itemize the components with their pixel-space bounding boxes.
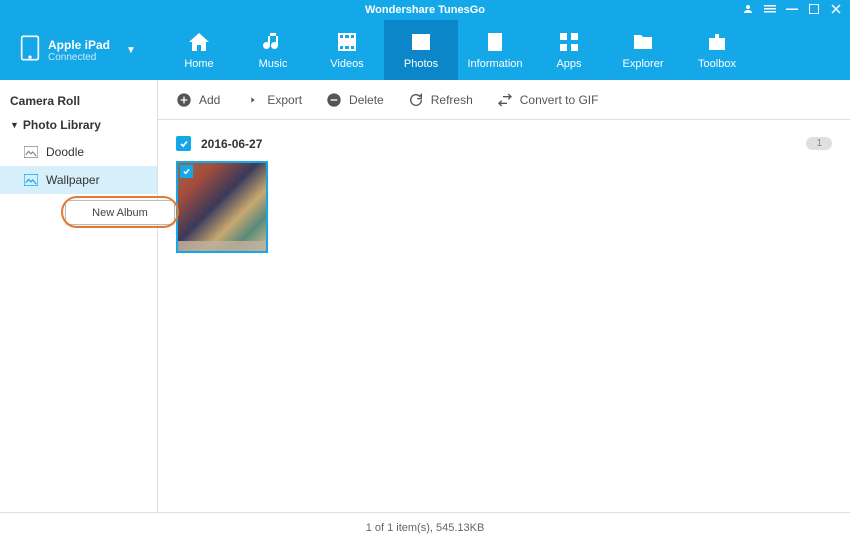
nav-label: Home: [184, 58, 213, 70]
minimize-button[interactable]: [786, 3, 798, 15]
group-date: 2016-06-27: [201, 137, 262, 151]
section-label: Photo Library: [23, 118, 101, 132]
nav-label: Music: [259, 58, 288, 70]
statusbar: 1 of 1 item(s), 545.13KB: [0, 512, 850, 542]
delete-button[interactable]: Delete: [326, 92, 384, 108]
btn-label: Add: [199, 93, 220, 107]
sidebar-photo-library[interactable]: ▼ Photo Library: [0, 112, 157, 138]
sidebar-item-doodle[interactable]: Doodle: [0, 138, 157, 166]
chevron-down-icon: ▼: [126, 45, 136, 56]
titlebar: Wondershare TunesGo: [0, 0, 850, 20]
btn-label: Export: [267, 93, 302, 107]
nav-label: Videos: [330, 58, 363, 70]
minus-icon: [326, 92, 342, 108]
maximize-button[interactable]: [808, 3, 820, 15]
date-group-header: 2016-06-27 1: [176, 136, 832, 151]
nav-label: Apps: [556, 58, 581, 70]
user-icon[interactable]: [742, 3, 754, 15]
main: Camera Roll ▼ Photo Library Doodle Wallp…: [0, 80, 850, 512]
thumb-caption: [178, 241, 266, 251]
nav-home[interactable]: Home: [162, 20, 236, 80]
export-icon: [244, 92, 260, 108]
app-title: Wondershare TunesGo: [365, 4, 485, 16]
convert-gif-button[interactable]: Convert to GIF: [497, 92, 599, 108]
check-icon: [179, 139, 189, 149]
photo-icon: [24, 174, 38, 186]
new-album-button[interactable]: New Album: [65, 200, 175, 225]
nav-label: Photos: [404, 58, 438, 70]
refresh-button[interactable]: Refresh: [408, 92, 473, 108]
sidebar-item-label: Wallpaper: [46, 173, 100, 187]
caret-down-icon: ▼: [10, 120, 19, 130]
window-controls: [742, 3, 842, 15]
nav-information[interactable]: Information: [458, 20, 532, 80]
refresh-icon: [408, 92, 424, 108]
photo-thumbnail[interactable]: [176, 161, 268, 253]
thumbnail-grid: [176, 161, 832, 253]
content-body: 2016-06-27 1: [158, 120, 850, 512]
device-selector[interactable]: Apple iPad Connected ▼: [10, 29, 150, 72]
group-checkbox[interactable]: [176, 136, 191, 151]
btn-label: Delete: [349, 93, 384, 107]
main-nav: Home Music Videos Photos Information App…: [162, 20, 754, 80]
content: Add Export Delete Refresh Convert to GIF: [158, 80, 850, 512]
plus-icon: [176, 92, 192, 108]
sidebar: Camera Roll ▼ Photo Library Doodle Wallp…: [0, 80, 158, 512]
device-name: Apple iPad: [48, 38, 110, 52]
thumb-checkbox[interactable]: [180, 165, 193, 178]
sidebar-item-wallpaper[interactable]: Wallpaper: [0, 166, 157, 194]
nav-label: Explorer: [623, 58, 664, 70]
group-count-badge: 1: [806, 137, 832, 150]
sidebar-item-label: Doodle: [46, 145, 84, 159]
nav-label: Information: [467, 58, 522, 70]
add-button[interactable]: Add: [176, 92, 220, 108]
sidebar-camera-roll[interactable]: Camera Roll: [0, 90, 157, 112]
status-text: 1 of 1 item(s), 545.13KB: [366, 522, 485, 534]
btn-label: Refresh: [431, 93, 473, 107]
photo-icon: [24, 146, 38, 158]
nav-videos[interactable]: Videos: [310, 20, 384, 80]
ipad-icon: [20, 34, 40, 67]
device-status: Connected: [48, 52, 110, 63]
menu-icon[interactable]: [764, 3, 776, 15]
nav-toolbox[interactable]: Toolbox: [680, 20, 754, 80]
nav-music[interactable]: Music: [236, 20, 310, 80]
btn-label: Convert to GIF: [520, 93, 599, 107]
export-button[interactable]: Export: [244, 92, 302, 108]
nav-apps[interactable]: Apps: [532, 20, 606, 80]
check-icon: [182, 167, 191, 176]
header: Apple iPad Connected ▼ Home Music Videos…: [0, 20, 850, 80]
convert-icon: [497, 92, 513, 108]
nav-photos[interactable]: Photos: [384, 20, 458, 80]
close-button[interactable]: [830, 3, 842, 15]
device-info: Apple iPad Connected: [48, 38, 110, 63]
toolbar: Add Export Delete Refresh Convert to GIF: [158, 80, 850, 120]
nav-explorer[interactable]: Explorer: [606, 20, 680, 80]
nav-label: Toolbox: [698, 58, 736, 70]
btn-label: New Album: [92, 207, 148, 219]
